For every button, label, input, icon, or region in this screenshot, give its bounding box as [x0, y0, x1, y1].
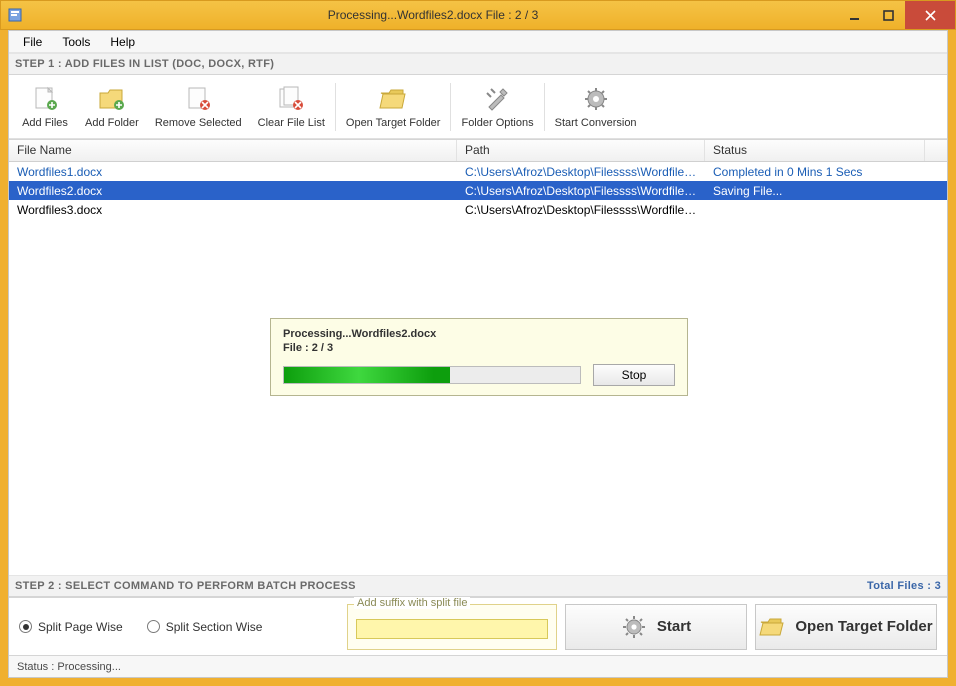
menubar: File Tools Help: [9, 31, 947, 53]
cell-status: Completed in 0 Mins 1 Secs: [705, 164, 925, 180]
table-row[interactable]: Wordfiles2.docxC:\Users\Afroz\Desktop\Fi…: [9, 181, 947, 200]
bottom-panel: Split Page Wise Split Section Wise Add s…: [9, 597, 947, 655]
tools-icon: [483, 85, 513, 113]
split-section-label: Split Section Wise: [166, 620, 263, 634]
step1-header-text: STEP 1 : ADD FILES IN LIST (DOC, DOCX, R…: [15, 58, 274, 70]
folder-options-label: Folder Options: [461, 117, 533, 129]
table-header: File Name Path Status: [9, 140, 947, 162]
folder-add-icon: [97, 85, 127, 113]
table-row[interactable]: Wordfiles1.docxC:\Users\Afroz\Desktop\Fi…: [9, 162, 947, 181]
start-conversion-button[interactable]: Start Conversion: [547, 78, 645, 136]
start-button[interactable]: Start: [565, 604, 747, 650]
menu-tools[interactable]: Tools: [52, 33, 100, 51]
split-page-wise-radio[interactable]: Split Page Wise: [19, 620, 123, 634]
total-files: Total Files : 3: [867, 580, 941, 592]
cell-path: C:\Users\Afroz\Desktop\Filessss\Wordfile…: [457, 183, 705, 199]
suffix-group: Add suffix with split file: [347, 604, 557, 650]
folder-open-icon: [759, 614, 785, 640]
progress-dialog: Processing...Wordfiles2.docx File : 2 / …: [270, 318, 688, 396]
progress-text: Processing...Wordfiles2.docx File : 2 / …: [283, 327, 675, 356]
toolbar: Add Files Add Folder Remove Selected Cle…: [9, 75, 947, 139]
start-conversion-label: Start Conversion: [555, 117, 637, 129]
statusbar: Status : Processing...: [9, 655, 947, 677]
cell-status: [705, 209, 925, 211]
cell-name: Wordfiles1.docx: [9, 164, 457, 180]
cell-status: Saving File...: [705, 183, 925, 199]
suffix-legend: Add suffix with split file: [354, 597, 470, 609]
col-status[interactable]: Status: [705, 140, 925, 161]
window-title: Processing...Wordfiles2.docx File : 2 / …: [29, 8, 837, 22]
status-text: Status : Processing...: [17, 661, 121, 673]
gear-icon: [581, 85, 611, 113]
col-file-name[interactable]: File Name: [9, 140, 457, 161]
add-folder-button[interactable]: Add Folder: [77, 78, 147, 136]
progress-line1: Processing...Wordfiles2.docx: [283, 327, 675, 341]
suffix-input[interactable]: [356, 619, 548, 639]
toolbar-separator: [335, 83, 336, 131]
progress-line2: File : 2 / 3: [283, 341, 675, 355]
folder-open-icon: [378, 85, 408, 113]
toolbar-separator: [544, 83, 545, 131]
app-icon: [7, 7, 23, 23]
menu-file[interactable]: File: [13, 33, 52, 51]
radio-unchecked-icon: [147, 620, 160, 633]
open-target-label: Open Target Folder: [346, 117, 441, 129]
add-files-label: Add Files: [22, 117, 68, 129]
clear-list-button[interactable]: Clear File List: [250, 78, 333, 136]
toolbar-separator: [450, 83, 451, 131]
cell-name: Wordfiles3.docx: [9, 202, 457, 218]
file-add-icon: [30, 85, 60, 113]
step2-header-text: STEP 2 : SELECT COMMAND TO PERFORM BATCH…: [15, 580, 356, 592]
add-folder-label: Add Folder: [85, 117, 139, 129]
step2-header: STEP 2 : SELECT COMMAND TO PERFORM BATCH…: [9, 575, 947, 597]
table-row[interactable]: Wordfiles3.docxC:\Users\Afroz\Desktop\Fi…: [9, 200, 947, 219]
add-files-button[interactable]: Add Files: [13, 78, 77, 136]
remove-selected-button[interactable]: Remove Selected: [147, 78, 250, 136]
start-label: Start: [657, 618, 691, 635]
split-mode-group: Split Page Wise Split Section Wise: [19, 620, 339, 634]
menu-help[interactable]: Help: [100, 33, 145, 51]
clear-list-icon: [276, 85, 306, 113]
open-target-folder-big-button[interactable]: Open Target Folder: [755, 604, 937, 650]
titlebar: Processing...Wordfiles2.docx File : 2 / …: [0, 0, 956, 30]
stop-button[interactable]: Stop: [593, 364, 675, 386]
open-target-big-label: Open Target Folder: [795, 618, 932, 635]
file-remove-icon: [183, 85, 213, 113]
maximize-button[interactable]: [871, 1, 905, 29]
open-target-folder-button[interactable]: Open Target Folder: [338, 78, 449, 136]
minimize-button[interactable]: [837, 1, 871, 29]
remove-selected-label: Remove Selected: [155, 117, 242, 129]
clear-list-label: Clear File List: [258, 117, 325, 129]
step1-header: STEP 1 : ADD FILES IN LIST (DOC, DOCX, R…: [9, 53, 947, 75]
col-path[interactable]: Path: [457, 140, 705, 161]
split-section-wise-radio[interactable]: Split Section Wise: [147, 620, 263, 634]
progress-bar: [283, 366, 581, 384]
cell-path: C:\Users\Afroz\Desktop\Filessss\Wordfile…: [457, 164, 705, 180]
progress-bar-fill: [284, 367, 450, 383]
cell-path: C:\Users\Afroz\Desktop\Filessss\Wordfile…: [457, 202, 705, 218]
folder-options-button[interactable]: Folder Options: [453, 78, 541, 136]
radio-checked-icon: [19, 620, 32, 633]
gear-icon: [621, 614, 647, 640]
close-button[interactable]: [905, 1, 955, 29]
split-page-label: Split Page Wise: [38, 620, 123, 634]
cell-name: Wordfiles2.docx: [9, 183, 457, 199]
